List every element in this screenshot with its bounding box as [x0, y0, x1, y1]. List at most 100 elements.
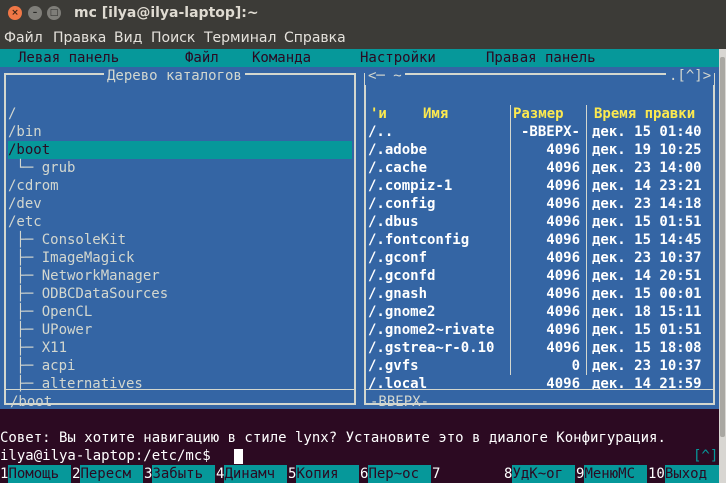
- menu-edit[interactable]: Правка: [53, 30, 106, 46]
- minimize-icon: –: [32, 7, 38, 18]
- file-name: /.fontconfig: [368, 232, 470, 248]
- file-size: 0: [571, 358, 580, 374]
- file-name: /.local: [368, 376, 428, 392]
- fkey-4[interactable]: 4Динамч: [216, 465, 287, 483]
- file-name: /.gconfd: [368, 268, 436, 284]
- column-header-time[interactable]: Время правки: [594, 105, 695, 123]
- minimize-button[interactable]: –: [28, 6, 42, 20]
- menu-file[interactable]: Файл: [4, 30, 43, 46]
- tree-item[interactable]: ├─ ConsoleKit: [8, 231, 352, 249]
- file-name: /.gstrea~r-0.10: [368, 340, 495, 356]
- file-row[interactable]: /.compiz-1 4096 дек. 14 23:21: [368, 177, 712, 195]
- file-size: 4096: [546, 232, 580, 248]
- fkey-9[interactable]: 9МенюМС: [576, 465, 647, 483]
- fkey-5[interactable]: 5Копия: [288, 465, 359, 483]
- tree-item[interactable]: ├─ alternatives: [8, 375, 352, 393]
- fkey-8[interactable]: 8УдК~ог: [504, 465, 575, 483]
- close-icon: ×: [11, 7, 19, 18]
- tree-item[interactable]: └─ grub: [8, 159, 352, 177]
- file-size: 4096: [546, 376, 580, 392]
- file-time: дек. 15 14:45: [592, 232, 702, 248]
- left-panel-tree[interactable]: Дерево каталогов //bin/boot └─ grub/cdro…: [0, 67, 360, 410]
- fkey-label: Копия: [296, 465, 359, 483]
- file-row[interactable]: /.gconfd 4096 дек. 14 20:51: [368, 267, 712, 285]
- right-panel-path-controls[interactable]: .[^]>: [666, 67, 715, 85]
- fkey-10[interactable]: 10Выход: [648, 465, 719, 483]
- file-row[interactable]: /.gconf 4096 дек. 23 10:37: [368, 249, 712, 267]
- file-size: 4096: [546, 142, 580, 158]
- fkey-7[interactable]: 7: [432, 465, 503, 483]
- file-row[interactable]: /.config 4096 дек. 23 14:18: [368, 195, 712, 213]
- file-name: /.cache: [368, 160, 428, 176]
- file-size: 4096: [546, 286, 580, 302]
- column-header-size[interactable]: Размер: [513, 105, 564, 123]
- tree-item[interactable]: ├─ X11: [8, 339, 352, 357]
- mc-menu-right-panel[interactable]: Правая панель: [486, 49, 596, 67]
- maximize-button[interactable]: □: [47, 6, 61, 20]
- tree-item[interactable]: /cdrom: [8, 177, 352, 195]
- mc-menu-left-panel[interactable]: Левая панель: [18, 49, 119, 67]
- right-panel-files[interactable]: <─ ~ .[^]> 'и Имя Размер Время правки /.…: [360, 67, 719, 410]
- file-name: /.config: [368, 196, 436, 212]
- column-header-name[interactable]: Имя: [423, 105, 448, 123]
- fkey-number: 7: [432, 466, 441, 482]
- menu-help[interactable]: Справка: [284, 30, 346, 46]
- tree-item[interactable]: ├─ OpenCL: [8, 303, 352, 321]
- tree-item[interactable]: ├─ UPower: [8, 321, 352, 339]
- command-prompt[interactable]: ilya@ilya-laptop:/etc/mc$: [0, 447, 719, 465]
- file-row[interactable]: /.gnash 4096 дек. 15 00:01: [368, 285, 712, 303]
- fkey-number: 1: [0, 466, 9, 482]
- file-time: дек. 14 21:59: [592, 376, 702, 392]
- file-row[interactable]: /.dbus 4096 дек. 15 01:51: [368, 213, 712, 231]
- right-panel-path: <─ ~: [365, 67, 405, 85]
- file-row[interactable]: /.gnome2 4096 дек. 18 15:11: [368, 303, 712, 321]
- file-size: 4096: [546, 178, 580, 194]
- file-row[interactable]: /.local 4096 дек. 14 21:59: [368, 375, 712, 393]
- menu-search[interactable]: Поиск: [151, 30, 195, 46]
- fkey-label: Выход: [664, 465, 719, 483]
- file-time: дек. 23 14:00: [592, 160, 702, 176]
- file-size: 4096: [546, 250, 580, 266]
- tree-item[interactable]: /etc: [8, 213, 352, 231]
- fkey-6[interactable]: 6Пер~ос: [360, 465, 431, 483]
- file-row[interactable]: /.fontconfig 4096 дек. 15 14:45: [368, 231, 712, 249]
- tree-item[interactable]: ├─ ImageMagick: [8, 249, 352, 267]
- tree-item[interactable]: ├─ acpi: [8, 357, 352, 375]
- terminal-area[interactable]: Левая панель Файл Команда Настройки Прав…: [0, 49, 719, 483]
- tree-item[interactable]: ├─ ODBCDataSources: [8, 285, 352, 303]
- file-row[interactable]: /.gnome2~rivate 4096 дек. 15 01:51: [368, 321, 712, 339]
- file-row[interactable]: /.. -ВВЕРХ-дек. 15 01:40: [368, 123, 712, 141]
- file-row[interactable]: /.adobe 4096 дек. 19 10:25: [368, 141, 712, 159]
- file-row[interactable]: /.cache 4096 дек. 23 14:00: [368, 159, 712, 177]
- file-time: дек. 15 01:51: [592, 322, 702, 338]
- mc-menu-command[interactable]: Команда: [252, 49, 311, 67]
- file-size: 4096: [546, 340, 580, 356]
- mc-menu-file[interactable]: Файл: [185, 49, 219, 67]
- scroll-indicator[interactable]: [^]: [693, 447, 718, 465]
- tree-item[interactable]: /: [8, 105, 352, 123]
- text-cursor: [234, 449, 243, 464]
- function-key-bar: 1Помощь 2Пересм 3Забыть 4Динамч 5Копия 6Пер~о…: [0, 465, 719, 483]
- file-time: дек. 14 20:51: [592, 268, 702, 284]
- fkey-number: 9: [576, 466, 585, 482]
- file-row[interactable]: /.gstrea~r-0.10 4096 дек. 15 18:08: [368, 339, 712, 357]
- menu-terminal[interactable]: Терминал: [204, 30, 276, 46]
- file-time: дек. 15 01:51: [592, 214, 702, 230]
- file-time: дек. 15 18:08: [592, 340, 702, 356]
- tree-item[interactable]: /dev: [8, 195, 352, 213]
- file-name: /.dbus: [368, 214, 419, 230]
- close-button[interactable]: ×: [8, 6, 22, 20]
- title-bar: × – □ mc [ilya@ilya-laptop]:~: [0, 0, 726, 27]
- mc-menu-options[interactable]: Настройки: [360, 49, 436, 67]
- tree-item[interactable]: /boot: [8, 141, 352, 159]
- hint-line: Совет: Вы хотите навигацию в стиле lynx?…: [0, 430, 666, 446]
- file-row[interactable]: /.gvfs 0 дек. 23 10:37: [368, 357, 712, 375]
- menu-view[interactable]: Вид: [114, 30, 142, 46]
- fkey-2[interactable]: 2Пересм: [72, 465, 143, 483]
- fkey-3[interactable]: 3Забыть: [144, 465, 215, 483]
- tree-item[interactable]: ├─ NetworkManager: [8, 267, 352, 285]
- fkey-1[interactable]: 1Помощь: [0, 465, 71, 483]
- tree-item[interactable]: /bin: [8, 123, 352, 141]
- column-sort-indicator[interactable]: 'и: [370, 105, 387, 123]
- scrollbar[interactable]: [719, 49, 726, 483]
